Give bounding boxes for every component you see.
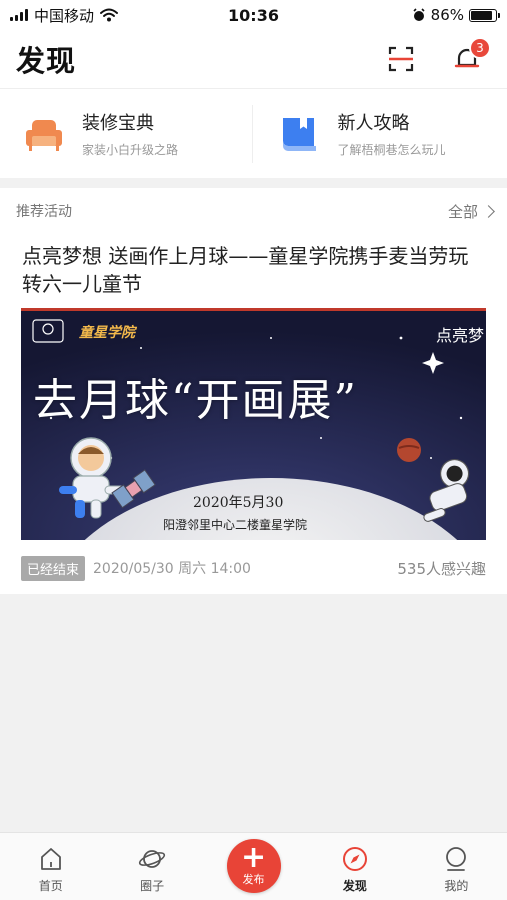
entry-title: 新人攻略 — [337, 113, 410, 134]
status-badge: 已经结束 — [21, 555, 86, 581]
wifi-icon — [100, 8, 119, 22]
page-title: 发现 — [16, 44, 77, 78]
battery-percent: 86% — [430, 6, 464, 24]
banner-corner-text: 点亮梦 — [435, 326, 484, 345]
notification-badge: 3 — [469, 37, 491, 59]
entry-title: 装修宝典 — [82, 113, 154, 134]
notification-button[interactable]: 3 — [451, 37, 491, 75]
entry-newcomer-guide[interactable]: 新人攻略 了解梧桐巷怎么玩儿 — [251, 104, 507, 163]
profile-icon — [446, 847, 467, 871]
battery-icon — [469, 8, 500, 22]
chevron-right-icon — [482, 204, 495, 218]
entry-subtitle: 了解梧桐巷怎么玩儿 — [337, 143, 446, 157]
quick-entries: 装修宝典 家装小白升级之路 新人攻略 了解梧桐巷怎么玩儿 — [0, 88, 507, 178]
tab-label: 发布 — [242, 872, 265, 886]
section-title: 推荐活动 — [16, 204, 72, 220]
signal-icon — [10, 9, 28, 21]
page-header: 发现 3 — [0, 30, 507, 88]
home-icon — [40, 848, 61, 870]
tab-label: 我的 — [444, 879, 469, 893]
tab-publish[interactable]: + 发布 — [203, 833, 304, 900]
tab-circle[interactable]: 圈子 — [101, 833, 202, 900]
recommended-activities: 推荐活动 全部 点亮梦想 送画作上月球——童星学院携手麦当劳玩转六一儿童节 童星… — [0, 188, 507, 594]
alarm-icon — [413, 8, 425, 21]
book-icon — [282, 117, 316, 151]
tab-label: 发现 — [342, 879, 367, 893]
plus-icon: + — [240, 839, 267, 875]
banner-top-line — [21, 308, 486, 311]
banner-date: 2020年5月30 — [193, 495, 284, 511]
activity-banner[interactable]: 童星学院 点亮梦 去月球“开画展” 2020年5月30 阳澄邻里中心二楼童星学院 — [21, 308, 486, 540]
interest-count: 535人感兴趣 — [397, 559, 486, 578]
view-all-link[interactable]: 全部 — [447, 201, 495, 222]
activity-title[interactable]: 点亮梦想 送画作上月球——童星学院携手麦当劳玩转六一儿童节 — [0, 234, 507, 298]
entry-decoration-guide[interactable]: 装修宝典 家装小白升级之路 — [0, 105, 252, 163]
scan-button[interactable] — [385, 43, 417, 75]
tab-bar: 首页 圈子 + 发布 发现 我的 — [0, 832, 507, 900]
planet-icon — [138, 850, 166, 868]
tab-discover[interactable]: 发现 — [304, 833, 405, 900]
publish-button[interactable]: + 发布 — [226, 839, 281, 893]
tab-mine[interactable]: 我的 — [406, 833, 507, 900]
entry-subtitle: 家装小白升级之路 — [82, 143, 179, 157]
compass-icon — [342, 847, 367, 871]
tab-home[interactable]: 首页 — [0, 833, 101, 900]
banner-brand: 童星学院 — [79, 325, 135, 341]
scan-icon — [388, 46, 414, 72]
activity-time: 2020/05/30 周六 14:00 — [93, 561, 251, 577]
tab-label: 首页 — [38, 879, 63, 893]
status-bar: 中国移动 10:36 86% — [0, 0, 507, 30]
tab-label: 圈子 — [140, 879, 165, 893]
sofa-icon — [26, 119, 62, 151]
banner-headline: 去月球“开画展” — [33, 375, 358, 426]
activity-meta: 已经结束 2020/05/30 周六 14:00 535人感兴趣 — [21, 554, 486, 582]
banner-venue: 阳澄邻里中心二楼童星学院 — [163, 518, 308, 532]
carrier-label: 中国移动 — [34, 6, 95, 25]
view-all-label: 全部 — [447, 202, 478, 221]
